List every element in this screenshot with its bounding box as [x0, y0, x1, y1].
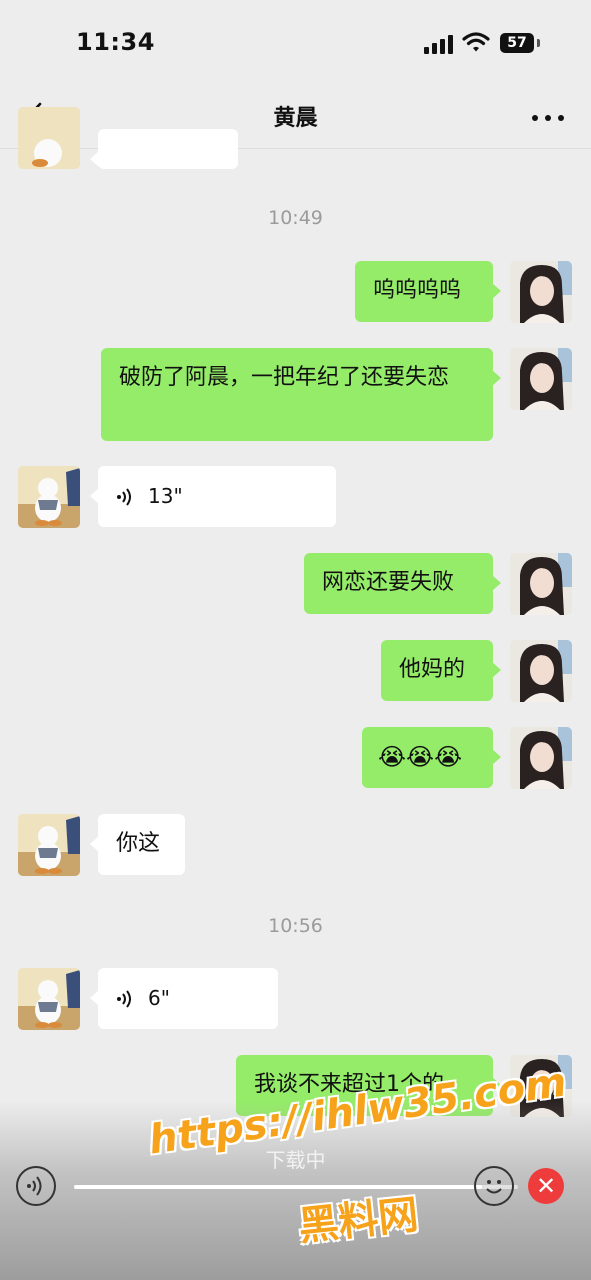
timestamp: 10:56: [268, 915, 323, 937]
message-bubble-outgoing[interactable]: 呜呜呜呜: [355, 261, 501, 322]
chat-message-list[interactable]: 10:49 呜呜呜呜 破防了阿晨，一把年纪了还要失恋 13" 网恋还要失败 他妈…: [0, 107, 591, 1117]
contact-avatar[interactable]: [18, 466, 80, 528]
battery-level: 57: [500, 33, 534, 53]
nav-bar: 黄晨: [0, 88, 591, 149]
girl-avatar-icon: [510, 261, 572, 323]
status-bar: 11:34 57: [0, 0, 591, 88]
message-bubble-outgoing[interactable]: 破防了阿晨，一把年纪了还要失恋: [101, 348, 501, 441]
duck-avatar-icon: [18, 107, 80, 169]
voice-wave-icon: [117, 990, 131, 1008]
voice-input-icon: [27, 1176, 42, 1196]
message-bubble-incoming[interactable]: 你这: [90, 814, 185, 875]
battery-icon: [537, 39, 540, 47]
voice-wave-icon: [117, 488, 131, 506]
voice-message-bubble[interactable]: 13": [90, 466, 336, 527]
girl-avatar-icon: [510, 727, 572, 789]
contact-avatar[interactable]: [18, 814, 80, 876]
emoji-button[interactable]: [474, 1166, 514, 1206]
girl-avatar-icon: [510, 348, 572, 410]
wifi-icon: [462, 32, 490, 52]
my-avatar[interactable]: [510, 727, 572, 789]
cellular-signal-icon: [424, 34, 454, 54]
close-icon[interactable]: ✕: [528, 1168, 564, 1204]
my-avatar[interactable]: [510, 348, 572, 410]
contact-avatar[interactable]: [18, 968, 80, 1030]
message-bubble-outgoing[interactable]: 他妈的: [381, 640, 501, 701]
download-progress-fill: [74, 1185, 483, 1189]
voice-duration: 6": [148, 986, 170, 1010]
duck-avatar-icon: [18, 814, 80, 876]
download-progress-bar: [74, 1185, 518, 1189]
message-bubble-outgoing[interactable]: 网恋还要失败: [304, 553, 501, 614]
girl-avatar-icon: [510, 640, 572, 702]
emoji-message-bubble[interactable]: 😭😭😭: [362, 727, 501, 788]
voice-message-bubble[interactable]: 6": [90, 968, 278, 1029]
girl-avatar-icon: [510, 553, 572, 615]
status-time: 11:34: [76, 28, 155, 56]
timestamp: 10:49: [268, 207, 323, 229]
more-options-icon[interactable]: [530, 110, 566, 126]
voice-duration: 13": [148, 484, 183, 508]
my-avatar[interactable]: [510, 553, 572, 615]
my-avatar[interactable]: [510, 640, 572, 702]
message-bubble-partial[interactable]: [90, 129, 238, 169]
chat-title: 黄晨: [273, 106, 318, 131]
contact-avatar[interactable]: [18, 107, 80, 169]
voice-input-button[interactable]: [16, 1166, 56, 1206]
duck-avatar-icon: [18, 968, 80, 1030]
my-avatar[interactable]: [510, 261, 572, 323]
smiley-icon: [486, 1180, 502, 1194]
duck-avatar-icon: [18, 466, 80, 528]
